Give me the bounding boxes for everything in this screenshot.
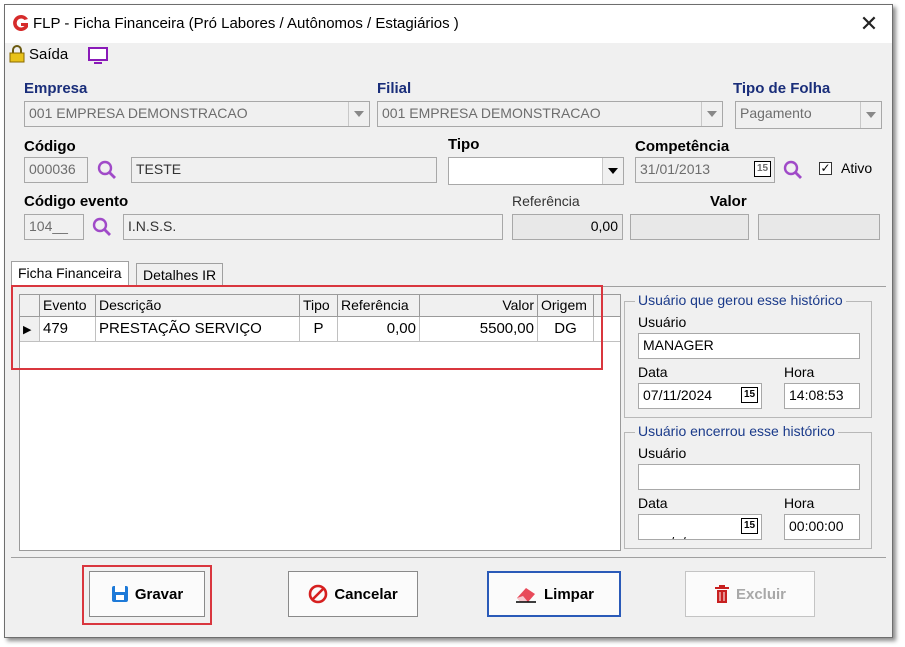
- codigo-name-field: TESTE: [131, 157, 437, 183]
- main-window: FLP - Ficha Financeira (Pró Labores / Au…: [4, 4, 893, 638]
- filial-value: 001 EMPRESA DEMONSTRACAO: [382, 105, 601, 121]
- chevron-down-icon[interactable]: [348, 102, 369, 126]
- history-closed-group: Usuário encerrou esse histórico Usuário …: [624, 423, 872, 549]
- created-hora-label: Hora: [784, 364, 815, 380]
- valor-input[interactable]: [630, 214, 749, 240]
- excluir-label: Excluir: [735, 585, 787, 603]
- search-icon[interactable]: [97, 160, 117, 180]
- filial-label: Filial: [377, 80, 412, 97]
- bottom-separator: [11, 557, 886, 558]
- tab-detalhes-ir[interactable]: Detalhes IR: [136, 263, 224, 287]
- codigo-evento-label: Código evento: [24, 193, 129, 210]
- ativo-checkbox[interactable]: ✓: [819, 162, 832, 175]
- close-icon[interactable]: ✕: [855, 10, 883, 38]
- ativo-label: Ativo: [841, 160, 873, 176]
- closed-data-input[interactable]: / / 15: [638, 514, 762, 540]
- history-created-group: Usuário que gerou esse histórico Usuário…: [624, 292, 872, 418]
- empresa-label: Empresa: [24, 80, 88, 97]
- chevron-down-icon[interactable]: [602, 158, 623, 184]
- title-bar: FLP - Ficha Financeira (Pró Labores / Au…: [5, 5, 892, 43]
- exit-label: Saída: [29, 45, 69, 63]
- created-hora-input[interactable]: 14:08:53: [784, 383, 860, 409]
- grid-highlight-box: [11, 285, 603, 370]
- valor-label: Valor: [710, 193, 747, 210]
- competencia-value: 31/01/2013: [640, 161, 711, 177]
- toolbar: Saída: [5, 43, 892, 67]
- tipo-folha-label: Tipo de Folha: [733, 80, 831, 97]
- tipo-label: Tipo: [448, 136, 480, 153]
- trash-icon: [714, 585, 729, 603]
- created-usuario-input[interactable]: MANAGER: [638, 333, 860, 359]
- monitor-icon[interactable]: [87, 47, 109, 65]
- created-usuario-label: Usuário: [638, 314, 687, 330]
- search-icon[interactable]: [783, 160, 803, 180]
- tipo-folha-value: Pagamento: [740, 105, 812, 121]
- cancelar-label: Cancelar: [334, 585, 398, 603]
- eraser-icon: [515, 588, 536, 603]
- created-data-label: Data: [638, 364, 668, 380]
- tipo-select[interactable]: [448, 157, 624, 185]
- empresa-select[interactable]: 001 EMPRESA DEMONSTRACAO: [24, 101, 370, 127]
- codigo-evento-input[interactable]: 104__: [24, 214, 84, 240]
- empresa-value: 001 EMPRESA DEMONSTRACAO: [29, 105, 248, 121]
- limpar-label: Limpar: [543, 585, 594, 603]
- referencia-label: Referência: [512, 193, 580, 209]
- excluir-button[interactable]: Excluir: [685, 571, 815, 617]
- app-logo-icon: [13, 15, 28, 31]
- codigo-label: Código: [24, 138, 76, 155]
- window-title: FLP - Ficha Financeira (Pró Labores / Au…: [33, 15, 459, 32]
- search-icon[interactable]: [92, 217, 112, 237]
- history-created-title: Usuário que gerou esse histórico: [635, 292, 846, 308]
- limpar-button[interactable]: Limpar: [487, 571, 621, 617]
- evento-name-field: I.N.S.S.: [123, 214, 503, 240]
- calendar-icon[interactable]: 15: [741, 387, 758, 403]
- codigo-input[interactable]: 000036: [24, 157, 88, 183]
- tab-ficha-financeira[interactable]: Ficha Financeira: [11, 261, 129, 287]
- closed-usuario-input[interactable]: [638, 464, 860, 490]
- floppy-disk-icon: [111, 586, 128, 602]
- chevron-down-icon[interactable]: [860, 102, 881, 128]
- closed-data-label: Data: [638, 495, 668, 511]
- history-closed-title: Usuário encerrou esse histórico: [635, 423, 838, 439]
- closed-hora-input[interactable]: 00:00:00: [784, 514, 860, 540]
- extra-value-field: [758, 214, 880, 240]
- closed-usuario-label: Usuário: [638, 445, 687, 461]
- gravar-label: Gravar: [134, 585, 184, 603]
- closed-hora-label: Hora: [784, 495, 815, 511]
- cancel-icon: [309, 584, 328, 604]
- referencia-input[interactable]: 0,00: [512, 214, 623, 240]
- closed-data-value: / /: [666, 534, 686, 539]
- calendar-icon[interactable]: 15: [754, 161, 771, 177]
- competencia-input[interactable]: 31/01/2013 15: [635, 157, 775, 183]
- cancelar-button[interactable]: Cancelar: [288, 571, 418, 617]
- exit-button[interactable]: Saída: [9, 45, 68, 63]
- filial-select[interactable]: 001 EMPRESA DEMONSTRACAO: [377, 101, 723, 127]
- chevron-down-icon[interactable]: [701, 102, 722, 126]
- calendar-icon[interactable]: 15: [741, 518, 758, 534]
- created-data-value: 07/11/2024: [643, 387, 713, 403]
- lock-icon: [9, 45, 25, 63]
- created-data-input[interactable]: 07/11/2024 15: [638, 383, 762, 409]
- competencia-label: Competência: [635, 138, 730, 155]
- tipo-folha-select[interactable]: Pagamento: [735, 101, 882, 129]
- gravar-button[interactable]: Gravar: [89, 571, 205, 617]
